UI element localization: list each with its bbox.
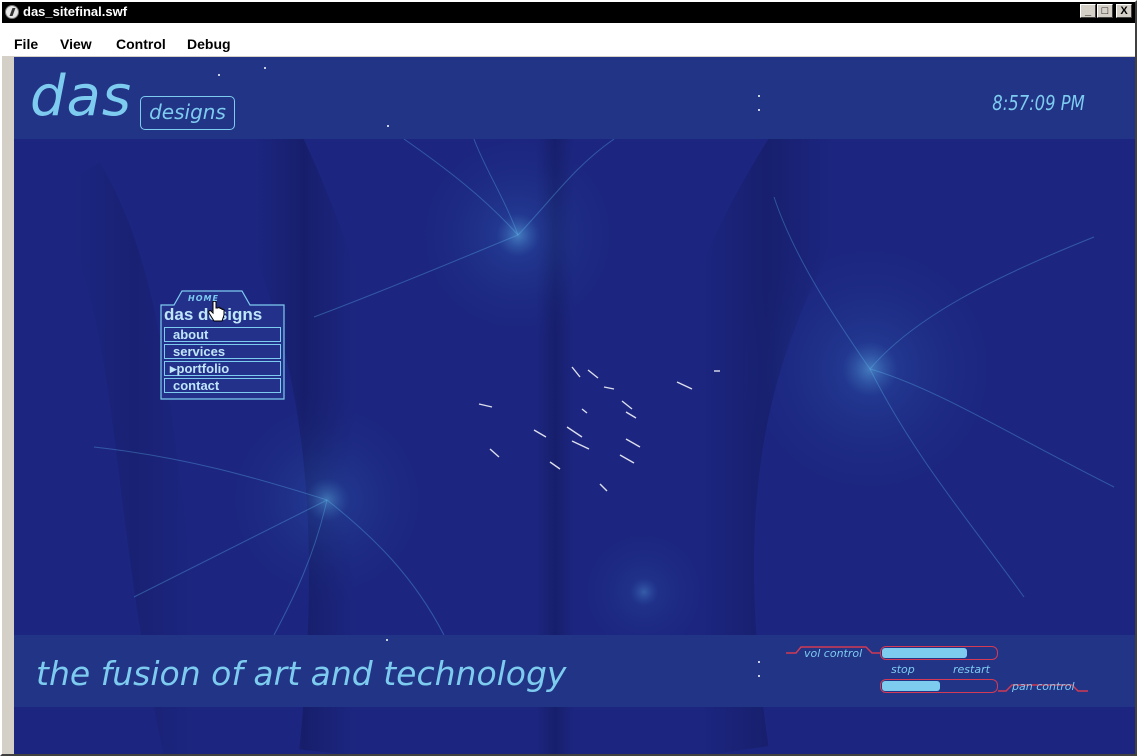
- sparkle: [218, 74, 220, 76]
- vol-control-label: vol control: [804, 647, 863, 660]
- sparkle: [758, 95, 760, 97]
- menu-control[interactable]: Control: [116, 36, 166, 52]
- logo-designs[interactable]: designs: [140, 96, 235, 130]
- pan-slider[interactable]: [880, 679, 998, 693]
- window-controls: _ □ X: [1079, 4, 1132, 18]
- maximize-button[interactable]: □: [1097, 4, 1113, 18]
- nav-item-services[interactable]: services: [164, 344, 281, 359]
- hand-cursor-icon: [208, 301, 225, 322]
- minimize-button[interactable]: _: [1080, 4, 1096, 18]
- pan-level: [882, 681, 940, 691]
- restart-button[interactable]: restart: [953, 663, 990, 676]
- sparkle: [264, 67, 266, 69]
- sparkle: [758, 661, 760, 663]
- volume-slider[interactable]: [880, 646, 998, 660]
- menu-view[interactable]: View: [60, 36, 92, 52]
- pan-control-label: pan control: [1012, 680, 1075, 693]
- logo-das[interactable]: das: [30, 65, 132, 129]
- sparkle: [758, 109, 760, 111]
- menu-bar: File View Control Debug: [2, 23, 1135, 56]
- nav-item-contact[interactable]: contact: [164, 378, 281, 393]
- close-button[interactable]: X: [1116, 4, 1132, 18]
- menu-debug[interactable]: Debug: [187, 36, 231, 52]
- stop-button[interactable]: stop: [891, 663, 915, 676]
- sparkle: [386, 639, 388, 641]
- clock: 8:57:09 PM: [992, 91, 1085, 115]
- nav-item-portfolio[interactable]: ▸portfolio: [164, 361, 281, 376]
- flash-stage: das designs 8:57:09 PM HOME das designs …: [14, 57, 1135, 754]
- volume-level: [882, 648, 967, 658]
- window-title: das_sitefinal.swf: [23, 4, 128, 19]
- menu-file[interactable]: File: [14, 36, 38, 52]
- flash-player-icon: [5, 5, 19, 19]
- title-bar: das_sitefinal.swf _ □ X: [2, 2, 1135, 23]
- sparkle: [387, 125, 389, 127]
- nav-item-about[interactable]: about: [164, 327, 281, 342]
- player-window: das_sitefinal.swf _ □ X File View Contro…: [0, 0, 1137, 756]
- sparkle: [758, 675, 760, 677]
- nav-list: about services ▸portfolio contact: [164, 327, 281, 395]
- tagline: the fusion of art and technology: [36, 654, 567, 693]
